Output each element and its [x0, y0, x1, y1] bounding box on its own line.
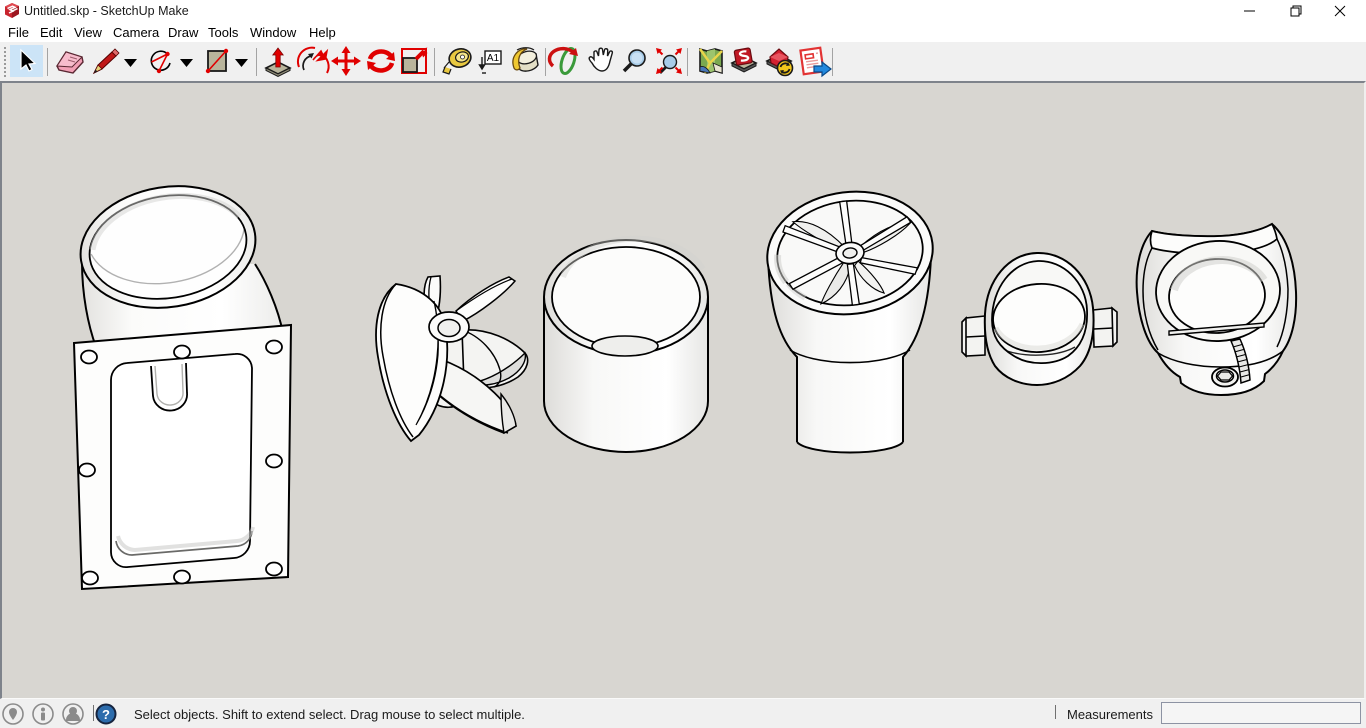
svg-text:?: ? [102, 707, 110, 722]
svg-text:A1: A1 [487, 53, 500, 64]
